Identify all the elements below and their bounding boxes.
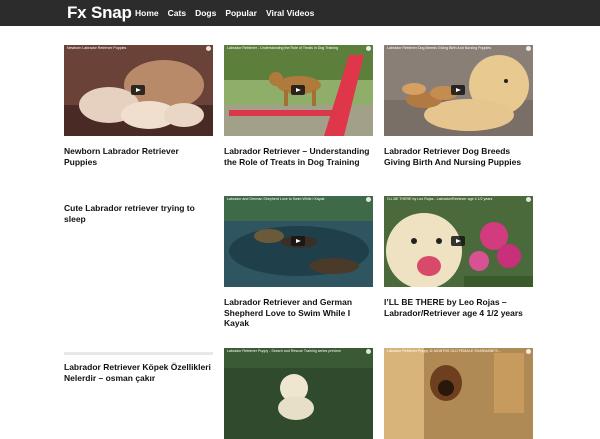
post-title[interactable]: Labrador Retriever Köpek Özellikleri Nel…	[64, 362, 213, 383]
top-navigation-bar: Fx Snap Home Cats Dogs Popular Viral Vid…	[0, 0, 600, 26]
video-frame	[384, 348, 533, 439]
video-frame	[224, 348, 373, 439]
info-icon[interactable]	[366, 197, 371, 202]
nav-viral-videos[interactable]: Viral Videos	[266, 7, 314, 19]
info-icon[interactable]	[366, 349, 371, 354]
post-card: Labrador and German Shepherd Love to Swi…	[224, 196, 373, 329]
site-logo[interactable]: Fx Snap	[67, 3, 132, 23]
nav-cats[interactable]: Cats	[168, 7, 186, 19]
post-title[interactable]: Newborn Labrador Retriever Puppies	[64, 146, 213, 167]
post-card: Newborn Labrador Retriever Puppies Newbo…	[64, 45, 213, 167]
video-title-overlay: Labrador Retriever Dog Breeds Giving Bir…	[387, 46, 492, 50]
post-card: Cute Labrador retriever trying to sleep	[64, 193, 213, 224]
post-card: Labrador Retriever Puppy 11 MONTHS OLD F…	[384, 348, 533, 439]
video-thumbnail[interactable]: Labrador Retriever Puppy 11 MONTHS OLD F…	[384, 348, 533, 439]
video-title-overlay: Labrador Retriever Puppy - Search and Re…	[227, 349, 341, 353]
video-thumbnail[interactable]: Newborn Labrador Retriever Puppies	[64, 45, 213, 136]
post-title[interactable]: Labrador Retriever – Understanding the R…	[224, 146, 373, 167]
video-title-overlay: Labrador Retriever - Understanding the R…	[227, 46, 339, 50]
post-card: Labrador Retriever Dog Breeds Giving Bir…	[384, 45, 533, 167]
nav-popular[interactable]: Popular	[225, 7, 257, 19]
video-thumbnail[interactable]: Labrador Retriever - Understanding the R…	[224, 45, 373, 136]
play-button-icon[interactable]	[131, 85, 145, 95]
play-button-icon[interactable]	[451, 236, 465, 246]
video-thumbnail[interactable]: I'LL BE THERE by Leo Rojas - Labrador/Re…	[384, 196, 533, 287]
video-thumbnail[interactable]: Labrador and German Shepherd Love to Swi…	[224, 196, 373, 287]
post-title[interactable]: Cute Labrador retriever trying to sleep	[64, 203, 213, 224]
post-card: Labrador Retriever Köpek Özellikleri Nel…	[64, 352, 213, 383]
video-thumbnail[interactable]: Labrador Retriever Dog Breeds Giving Bir…	[384, 45, 533, 136]
post-card: Labrador Retriever - Understanding the R…	[224, 45, 373, 167]
main-nav: Home Cats Dogs Popular Viral Videos	[135, 7, 323, 19]
info-icon[interactable]	[206, 46, 211, 51]
info-icon[interactable]	[366, 46, 371, 51]
video-title-overlay: Newborn Labrador Retriever Puppies	[67, 46, 127, 50]
play-button-icon[interactable]	[291, 236, 305, 246]
video-title-overlay: Labrador and German Shepherd Love to Swi…	[227, 197, 325, 201]
video-title-overlay: I'LL BE THERE by Leo Rojas - Labrador/Re…	[387, 197, 493, 201]
post-title[interactable]: Labrador Retriever Dog Breeds Giving Bir…	[384, 146, 533, 167]
info-icon[interactable]	[526, 46, 531, 51]
play-button-icon[interactable]	[451, 85, 465, 95]
nav-home[interactable]: Home	[135, 7, 159, 19]
play-button-icon[interactable]	[291, 85, 305, 95]
post-card: I'LL BE THERE by Leo Rojas - Labrador/Re…	[384, 196, 533, 318]
info-icon[interactable]	[526, 349, 531, 354]
post-card: Labrador Retriever Puppy - Search and Re…	[224, 348, 373, 439]
video-thumbnail[interactable]: Labrador Retriever Puppy - Search and Re…	[224, 348, 373, 439]
info-icon[interactable]	[526, 197, 531, 202]
post-title[interactable]: I’LL BE THERE by Leo Rojas – Labrador/Re…	[384, 297, 533, 318]
placeholder-divider	[64, 352, 213, 355]
video-title-overlay: Labrador Retriever Puppy 11 MONTHS OLD F…	[387, 349, 501, 353]
post-title[interactable]: Labrador Retriever and German Shepherd L…	[224, 297, 373, 329]
nav-dogs[interactable]: Dogs	[195, 7, 216, 19]
